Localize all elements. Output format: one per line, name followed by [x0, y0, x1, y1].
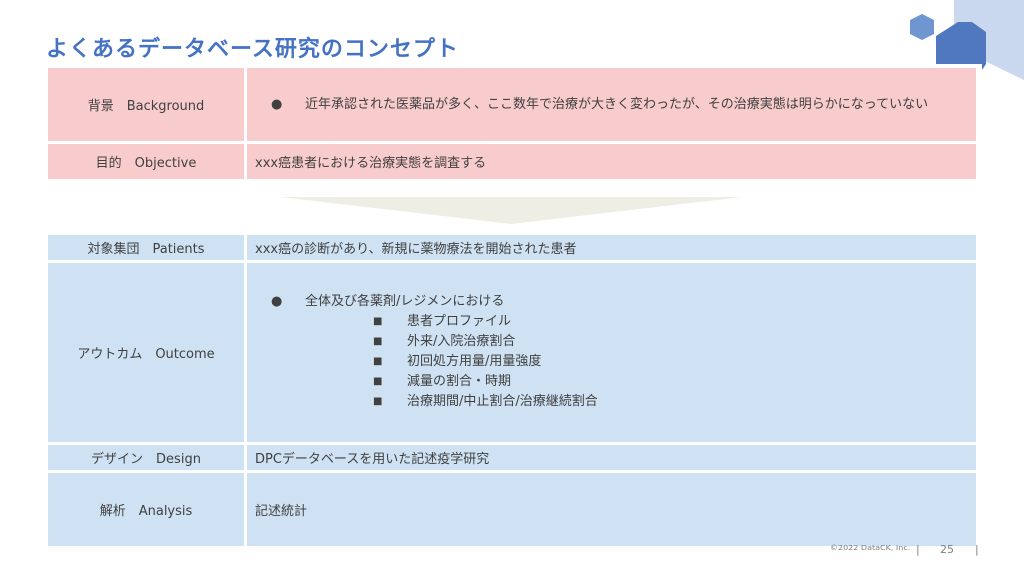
- table-row-patients: 対象集団 Patients xxx癌の診断があり、新規に薬物療法を開始された患者: [45, 232, 979, 263]
- square-bullet-icon: ■: [373, 356, 383, 367]
- outcome-sub-item: ■ 外来/入院治療割合: [255, 332, 968, 352]
- objective-label: 目的 Objective: [45, 141, 247, 182]
- outcome-sub-item-text: 外来/入院治療割合: [407, 334, 516, 349]
- outcome-sub-item-text: 減量の割合・時期: [407, 374, 512, 389]
- square-bullet-icon: ■: [373, 336, 383, 347]
- outcome-text: 全体及び各薬剤/レジメンにおける: [305, 294, 505, 309]
- bullet-icon: ●: [271, 97, 283, 112]
- patients-label: 対象集団 Patients: [45, 232, 247, 263]
- page-number: 25: [940, 543, 954, 556]
- footer-separator: |: [916, 543, 920, 556]
- objective-text: xxx癌患者における治療実態を調査する: [244, 141, 979, 182]
- outcome-sub-item: ■ 患者プロファイル: [255, 312, 968, 332]
- outcome-content: ● 全体及び各薬剤/レジメンにおける ■ 患者プロファイル ■ 外来/入院治療割…: [244, 260, 979, 445]
- background-text: 近年承認された医薬品が多く、ここ数年で治療が大きく変わったが、その治療実態は明ら…: [305, 97, 929, 112]
- bullet-icon: ●: [271, 294, 283, 309]
- table-row-objective: 目的 Objective xxx癌患者における治療実態を調査する: [45, 141, 979, 182]
- design-label: デザイン Design: [45, 442, 247, 473]
- background-content: ● 近年承認された医薬品が多く、ここ数年で治療が大きく変わったが、その治療実態は…: [244, 65, 979, 144]
- outcome-sub-item-text: 初回処方用量/用量強度: [407, 354, 542, 369]
- copyright-text: ©2022 DataCK, Inc.: [830, 543, 911, 552]
- outcome-label: アウトカム Outcome: [45, 260, 247, 445]
- outcome-sub-item-text: 患者プロファイル: [407, 314, 512, 329]
- analysis-label: 解析 Analysis: [45, 470, 247, 549]
- table-row-analysis: 解析 Analysis 記述統計: [45, 470, 979, 549]
- down-arrow-icon: [280, 197, 742, 224]
- square-bullet-icon: ■: [373, 316, 383, 327]
- table-row-outcome: アウトカム Outcome ● 全体及び各薬剤/レジメンにおける ■ 患者プロフ…: [45, 260, 979, 445]
- outcome-sub-item: ■ 治療期間/中止割合/治療継続割合: [255, 392, 968, 412]
- background-label: 背景 Background: [45, 65, 247, 144]
- table-row-design: デザイン Design DPCデータベースを用いた記述疫学研究: [45, 442, 979, 473]
- study-design-table: 対象集団 Patients xxx癌の診断があり、新規に薬物療法を開始された患者…: [45, 232, 979, 549]
- slide-title: よくあるデータベース研究のコンセプト: [46, 37, 459, 62]
- outcome-sub-item-text: 治療期間/中止割合/治療継続割合: [407, 394, 598, 409]
- design-text: DPCデータベースを用いた記述疫学研究: [244, 442, 979, 473]
- square-bullet-icon: ■: [373, 376, 383, 387]
- outcome-sub-item: ■ 初回処方用量/用量強度: [255, 352, 968, 372]
- background-objective-table: 背景 Background ● 近年承認された医薬品が多く、ここ数年で治療が大き…: [45, 65, 979, 182]
- patients-text: xxx癌の診断があり、新規に薬物療法を開始された患者: [244, 232, 979, 263]
- outcome-sub-item: ■ 減量の割合・時期: [255, 372, 968, 392]
- square-bullet-icon: ■: [373, 396, 383, 407]
- table-row-background: 背景 Background ● 近年承認された医薬品が多く、ここ数年で治療が大き…: [45, 65, 979, 144]
- footer-separator: |: [975, 543, 979, 556]
- analysis-text: 記述統計: [244, 470, 979, 549]
